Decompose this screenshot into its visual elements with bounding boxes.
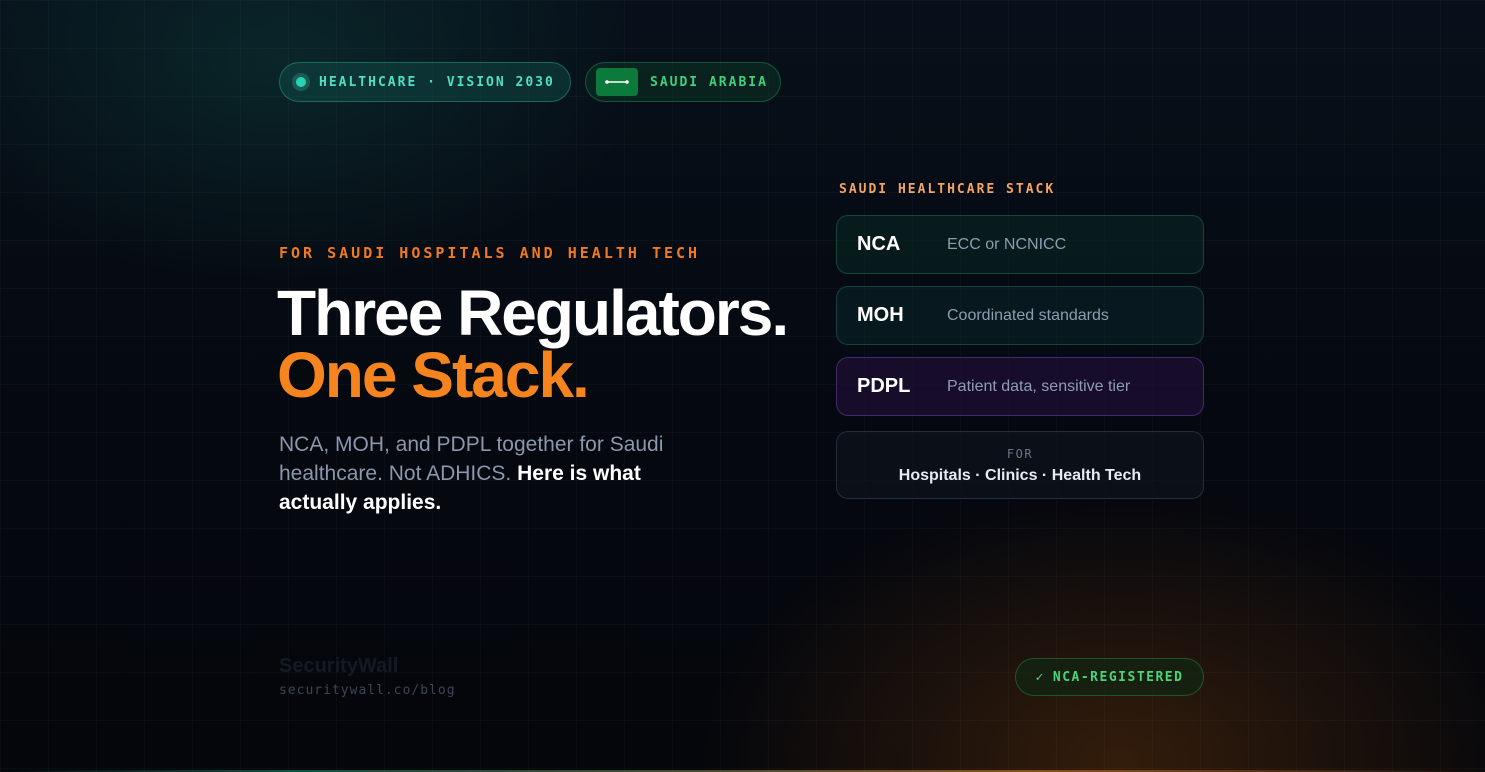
saudi-flag-icon — [596, 68, 638, 96]
stack-card-audience: FOR Hospitals · Clinics · Health Tech — [836, 431, 1204, 499]
badge-label: NCA-REGISTERED — [1052, 669, 1184, 685]
stack-card-nca: NCA ECC or NCNICC — [836, 215, 1204, 274]
brand-name: SecurityWall — [279, 655, 399, 677]
tag-healthcare-vision: HEALTHCARE · VISION 2030 — [279, 62, 571, 102]
stack-card-code: MOH — [857, 304, 904, 326]
headline-line-1: Three Regulators. — [277, 277, 789, 349]
stack-card-code: NCA — [857, 233, 901, 255]
nca-registered-badge: ✓ NCA-REGISTERED — [1015, 658, 1204, 696]
audience-label: FOR — [1006, 447, 1034, 461]
tag-healthcare-label: HEALTHCARE · VISION 2030 — [319, 74, 555, 90]
hero-kicker: FOR SAUDI HOSPITALS AND HEALTH TECH — [279, 244, 701, 262]
stack-card-desc: ECC or NCNICC — [947, 235, 1067, 253]
hero-lede: NCA, MOH, and PDPL together for Saudi he… — [279, 430, 719, 517]
audience-list: Hospitals · Clinics · Health Tech — [898, 467, 1142, 484]
stack-card-code: PDPL — [857, 375, 911, 397]
tag-saudi-label: SAUDI ARABIA — [650, 74, 768, 90]
stack-card-desc: Patient data, sensitive tier — [947, 377, 1131, 395]
headline-line-2: One Stack. — [277, 339, 590, 411]
stack-label: SAUDI HEALTHCARE STACK — [839, 182, 1056, 197]
stack-card-pdpl: PDPL Patient data, sensitive tier — [836, 357, 1204, 416]
check-icon: ✓ — [1035, 669, 1045, 685]
stack-card-desc: Coordinated standards — [947, 306, 1109, 324]
hero-headline: Three Regulators. One Stack. — [277, 277, 789, 411]
brand-url: securitywall.co/blog — [279, 683, 456, 698]
tag-saudi-arabia: SAUDI ARABIA — [585, 62, 781, 102]
status-dot-icon — [292, 73, 310, 91]
stack-card-moh: MOH Coordinated standards — [836, 286, 1204, 345]
